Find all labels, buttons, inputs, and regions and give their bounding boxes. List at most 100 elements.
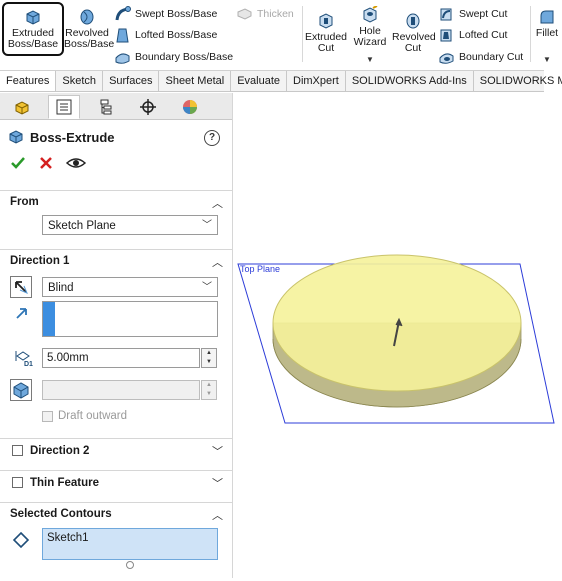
revolved-boss-label: Revolved Boss/Base bbox=[64, 27, 115, 50]
swept-boss-button[interactable]: Swept Boss/Base bbox=[114, 5, 217, 23]
tab-evaluate[interactable]: Evaluate bbox=[231, 71, 287, 91]
dimxpert-crosshair-icon bbox=[140, 99, 156, 115]
feature-title: Boss-Extrude bbox=[8, 129, 115, 145]
lofted-boss-button[interactable]: Lofted Boss/Base bbox=[114, 26, 217, 44]
spin-down-icon[interactable]: ▼ bbox=[202, 390, 216, 399]
help-icon[interactable]: ? bbox=[204, 130, 220, 146]
tab-features[interactable]: Features bbox=[0, 71, 57, 91]
extruded-cut-button[interactable]: Extruded Cut bbox=[304, 12, 348, 54]
display-manager-icon bbox=[183, 100, 197, 114]
tab-surfaces[interactable]: Surfaces bbox=[103, 71, 160, 91]
selected-contours-item[interactable]: Sketch1 bbox=[47, 532, 89, 544]
boundary-boss-button[interactable]: Boundary Boss/Base bbox=[114, 48, 233, 66]
configuration-manager-icon bbox=[100, 99, 112, 115]
tab-configuration-manager[interactable] bbox=[90, 95, 122, 119]
draft-angle-input[interactable] bbox=[42, 380, 200, 400]
graphics-area[interactable]: Top Plane bbox=[233, 93, 562, 578]
feature-title-text: Boss-Extrude bbox=[30, 129, 115, 145]
command-manager-tabs: Features Sketch Surfaces Sheet Metal Eva… bbox=[0, 70, 562, 92]
extruded-cut-icon bbox=[319, 13, 333, 29]
tab-dimxpert[interactable]: DimXpert bbox=[287, 71, 346, 91]
draft-on-off-button[interactable] bbox=[10, 379, 32, 401]
end-condition-select[interactable]: Blind ﹀ bbox=[42, 277, 218, 297]
reverse-direction-button[interactable] bbox=[10, 276, 32, 298]
tab-property-manager[interactable] bbox=[48, 95, 80, 119]
tab-sheet-metal[interactable]: Sheet Metal bbox=[159, 71, 232, 91]
revolved-boss-base-button[interactable]: Revolved Boss/Base bbox=[64, 8, 114, 50]
ribbon-separator bbox=[530, 6, 531, 62]
spin-up-icon[interactable]: ▲ bbox=[202, 381, 216, 390]
direction2-section-label: Direction 2 bbox=[30, 445, 90, 457]
dropdown-chevron-icon: ﹀ bbox=[202, 282, 212, 293]
direction2-checkbox[interactable] bbox=[12, 445, 23, 456]
spin-down-icon[interactable]: ▼ bbox=[202, 358, 216, 367]
tab-display-manager[interactable] bbox=[174, 95, 206, 119]
tab-solidworks-mbd[interactable]: SOLIDWORKS MBD bbox=[474, 71, 562, 91]
hole-wizard-dropdown-icon[interactable]: ▼ bbox=[366, 55, 374, 64]
fillet-dropdown-icon[interactable]: ▼ bbox=[543, 55, 551, 64]
thicken-button[interactable]: Thicken bbox=[236, 5, 294, 23]
fillet-label: Fillet bbox=[535, 27, 559, 39]
hole-wizard-button[interactable]: Hole Wizard bbox=[350, 6, 390, 48]
spin-up-icon[interactable]: ▲ bbox=[202, 349, 216, 358]
draft-outward-label: Draft outward bbox=[58, 410, 128, 422]
direction1-section-header[interactable]: Direction 1 ︿ bbox=[0, 249, 232, 272]
selected-contours-list[interactable]: Sketch1 bbox=[42, 528, 218, 560]
ok-checkmark-button[interactable] bbox=[10, 155, 26, 171]
collapse-chevron-icon[interactable]: ︿ bbox=[212, 254, 223, 270]
from-section-label: From bbox=[10, 196, 39, 208]
from-section-header[interactable]: From ︿ bbox=[0, 190, 232, 213]
draft-outward-checkbox[interactable] bbox=[42, 411, 53, 422]
swept-boss-icon bbox=[115, 5, 131, 20]
from-start-condition-select[interactable]: Sketch Plane ﹀ bbox=[42, 215, 218, 235]
resize-handle-icon[interactable] bbox=[126, 561, 134, 569]
boundary-cut-icon bbox=[439, 52, 454, 64]
thin-feature-section-header[interactable]: Thin Feature ﹀ bbox=[0, 470, 232, 495]
reverse-direction-icon bbox=[15, 281, 28, 294]
tab-feature-manager[interactable] bbox=[6, 95, 38, 119]
cancel-x-button[interactable] bbox=[38, 155, 54, 171]
direction1-section-label: Direction 1 bbox=[10, 255, 70, 267]
direction2-section-header[interactable]: Direction 2 ﹀ bbox=[0, 438, 232, 463]
boundary-boss-icon bbox=[115, 52, 130, 64]
expand-chevron-icon[interactable]: ﹀ bbox=[212, 443, 223, 459]
lofted-cut-icon bbox=[440, 29, 452, 41]
hole-wizard-label: Hole Wizard bbox=[353, 25, 387, 48]
extruded-boss-base-button[interactable]: Extruded Boss/Base bbox=[2, 2, 64, 56]
revolved-boss-icon bbox=[80, 9, 94, 25]
selected-contours-section-header[interactable]: Selected Contours ︿ bbox=[0, 502, 232, 525]
direction-of-extrusion-icon bbox=[16, 308, 27, 319]
active-selection-indicator bbox=[43, 302, 55, 336]
lofted-cut-label: Lofted Cut bbox=[459, 29, 508, 41]
thin-feature-checkbox[interactable] bbox=[12, 477, 23, 488]
draft-angle-spinner[interactable]: ▲ ▼ bbox=[201, 380, 217, 400]
feature-manager-icon bbox=[15, 101, 29, 115]
depth-spinner[interactable]: ▲ ▼ bbox=[201, 348, 217, 368]
boundary-cut-button[interactable]: Boundary Cut bbox=[438, 48, 523, 66]
lofted-cut-button[interactable]: Lofted Cut bbox=[438, 26, 507, 44]
collapse-chevron-icon[interactable]: ︿ bbox=[212, 507, 223, 523]
tab-sketch[interactable]: Sketch bbox=[56, 71, 104, 91]
expand-chevron-icon[interactable]: ﹀ bbox=[212, 475, 223, 491]
fillet-button[interactable]: Fillet bbox=[533, 8, 561, 39]
preview-eye-icon[interactable] bbox=[66, 155, 86, 171]
depth-dimension-symbol: D1 bbox=[24, 361, 33, 367]
selected-contours-section-label: Selected Contours bbox=[10, 508, 112, 520]
depth-input[interactable]: 5.00mm bbox=[42, 348, 200, 368]
end-condition-value: Blind bbox=[48, 282, 74, 294]
extruded-cut-label: Extruded Cut bbox=[304, 31, 348, 54]
collapse-chevron-icon[interactable]: ︿ bbox=[212, 195, 223, 211]
command-manager-ribbon: Extruded Boss/Base Revolved Boss/Base Sw… bbox=[0, 0, 562, 70]
from-start-condition-value: Sketch Plane bbox=[48, 220, 116, 232]
revolved-cut-button[interactable]: Revolved Cut bbox=[392, 12, 436, 54]
tab-solidworks-add-ins[interactable]: SOLIDWORKS Add-Ins bbox=[346, 71, 474, 91]
tab-dimxpert-manager[interactable] bbox=[132, 95, 164, 119]
property-manager-panel: Boss-Extrude ? From ︿ Sketch Plane ﹀ Dir… bbox=[0, 93, 233, 578]
thicken-label: Thicken bbox=[257, 8, 294, 20]
swept-cut-button[interactable]: Swept Cut bbox=[438, 5, 507, 23]
direction-of-extrusion-field[interactable] bbox=[42, 301, 218, 337]
swept-cut-label: Swept Cut bbox=[459, 8, 508, 20]
ribbon-separator bbox=[302, 6, 303, 62]
extruded-boss-icon bbox=[26, 10, 40, 25]
property-manager-icon bbox=[56, 99, 72, 115]
